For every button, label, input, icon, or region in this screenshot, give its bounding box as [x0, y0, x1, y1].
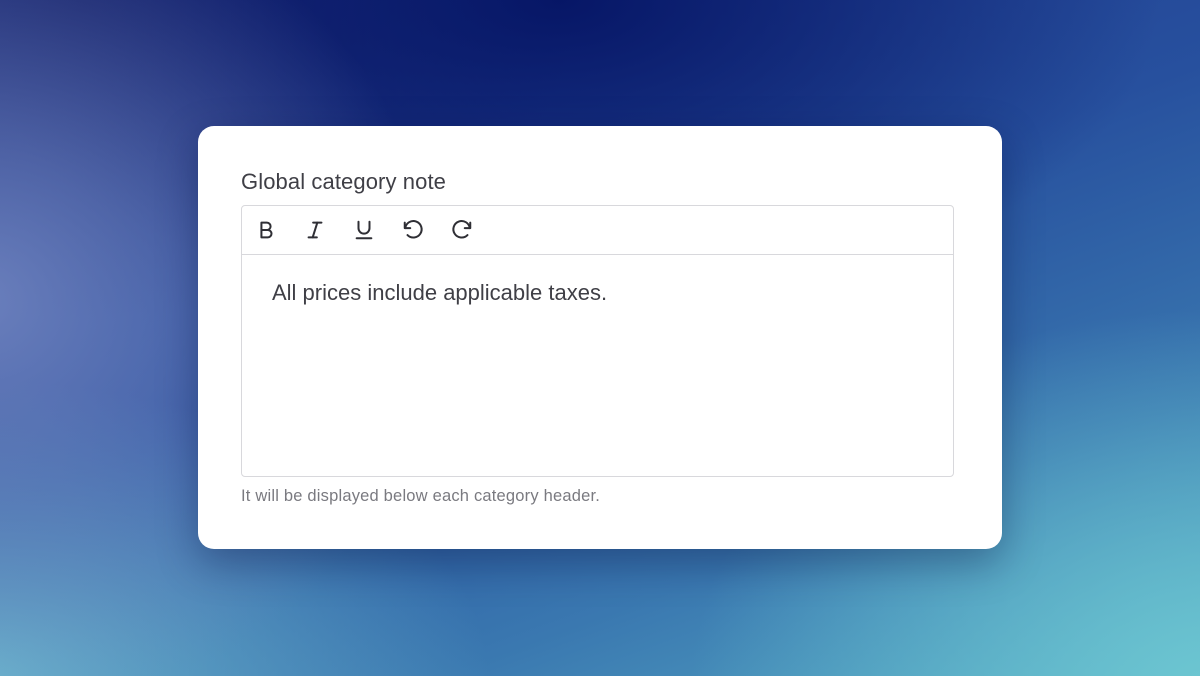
note-settings-card: Global category note All prices include … [198, 126, 1002, 549]
italic-icon [307, 221, 323, 239]
bold-icon [260, 221, 273, 239]
underline-icon [355, 220, 373, 240]
undo-icon [403, 220, 423, 239]
editor-content[interactable]: All prices include applicable taxes. [242, 255, 953, 331]
underline-button[interactable] [352, 218, 376, 242]
editor-toolbar [242, 206, 953, 255]
italic-button[interactable] [303, 218, 327, 242]
undo-button[interactable] [401, 218, 425, 242]
bold-button[interactable] [254, 218, 278, 242]
field-hint: It will be displayed below each category… [241, 487, 601, 505]
redo-button[interactable] [450, 218, 474, 242]
rich-text-editor: All prices include applicable taxes. [241, 205, 954, 477]
field-label: Global category note [241, 169, 447, 194]
redo-icon [452, 220, 472, 239]
